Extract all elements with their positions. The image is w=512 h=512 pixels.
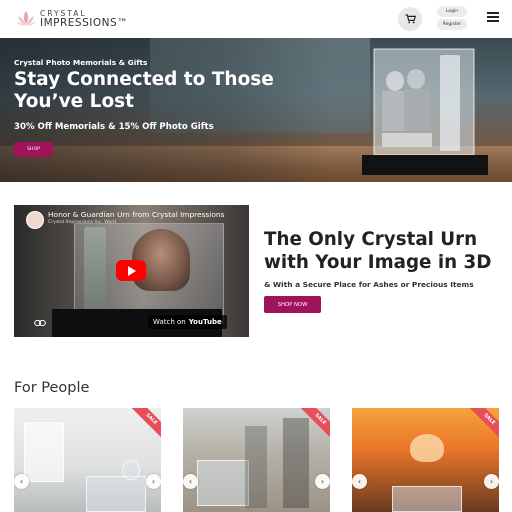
chevron-left-icon[interactable]: ‹ [183, 474, 198, 489]
hero-offer: 30% Off Memorials & 15% Off Photo Gifts [14, 122, 214, 132]
cart-icon [405, 14, 416, 24]
logo-wordmark-top: CRYSTAL [40, 8, 87, 18]
site-logo[interactable]: CRYSTAL IMPRESSIONS™ [14, 7, 128, 31]
hero-kicker: Crystal Photo Memorials & Gifts [14, 58, 148, 67]
video-title[interactable]: Honor & Guardian Urn from Crystal Impres… [48, 210, 224, 219]
login-button[interactable]: Login [437, 6, 467, 17]
chevron-right-icon[interactable]: › [146, 474, 161, 489]
section-title-for-people: For People [14, 380, 90, 396]
youtube-video-embed[interactable]: Honor & Guardian Urn from Crystal Impres… [14, 205, 249, 337]
channel-avatar[interactable] [26, 211, 44, 229]
cart-button[interactable] [398, 7, 422, 31]
play-icon [128, 265, 136, 276]
hero-banner: Crystal Photo Memorials & Gifts Stay Con… [0, 38, 512, 182]
urn-heading: The Only Crystal Urn with Your Image in … [264, 229, 492, 273]
logo-wordmark-bottom: IMPRESSIONS™ [40, 17, 129, 29]
sale-ribbon: SALE [130, 408, 161, 440]
product-card[interactable]: SALE ‹ › [14, 408, 161, 512]
crystal-memorial-image [362, 48, 488, 175]
lotus-logo-icon [16, 11, 36, 26]
product-card[interactable]: SALE ‹ › [352, 408, 499, 512]
register-button[interactable]: Register [437, 19, 467, 30]
chevron-left-icon[interactable]: ‹ [352, 474, 367, 489]
link-icon[interactable] [34, 319, 46, 327]
chevron-left-icon[interactable]: ‹ [14, 474, 29, 489]
youtube-logo: YouTube [188, 318, 222, 326]
urn-shop-now-button[interactable]: SHOP NOW [264, 296, 321, 313]
hero-shop-button[interactable]: SHOP [14, 142, 53, 157]
product-card[interactable]: SALE ‹ › [183, 408, 330, 512]
chevron-right-icon[interactable]: › [315, 474, 330, 489]
watch-on-youtube-button[interactable]: Watch on YouTube [148, 315, 227, 329]
site-header: CRYSTAL IMPRESSIONS™ Login Register [0, 0, 512, 38]
hero-title: Stay Connected to Those You’ve Lost [14, 69, 274, 112]
video-channel: Crystal Impressions Inc. Ward [48, 220, 117, 225]
menu-icon[interactable] [487, 12, 499, 24]
chevron-right-icon[interactable]: › [484, 474, 499, 489]
urn-subheading: & With a Secure Place for Ashes or Preci… [264, 280, 474, 289]
sale-ribbon: SALE [468, 408, 499, 440]
watch-on-label: Watch on [153, 318, 186, 326]
play-button[interactable] [116, 260, 146, 281]
